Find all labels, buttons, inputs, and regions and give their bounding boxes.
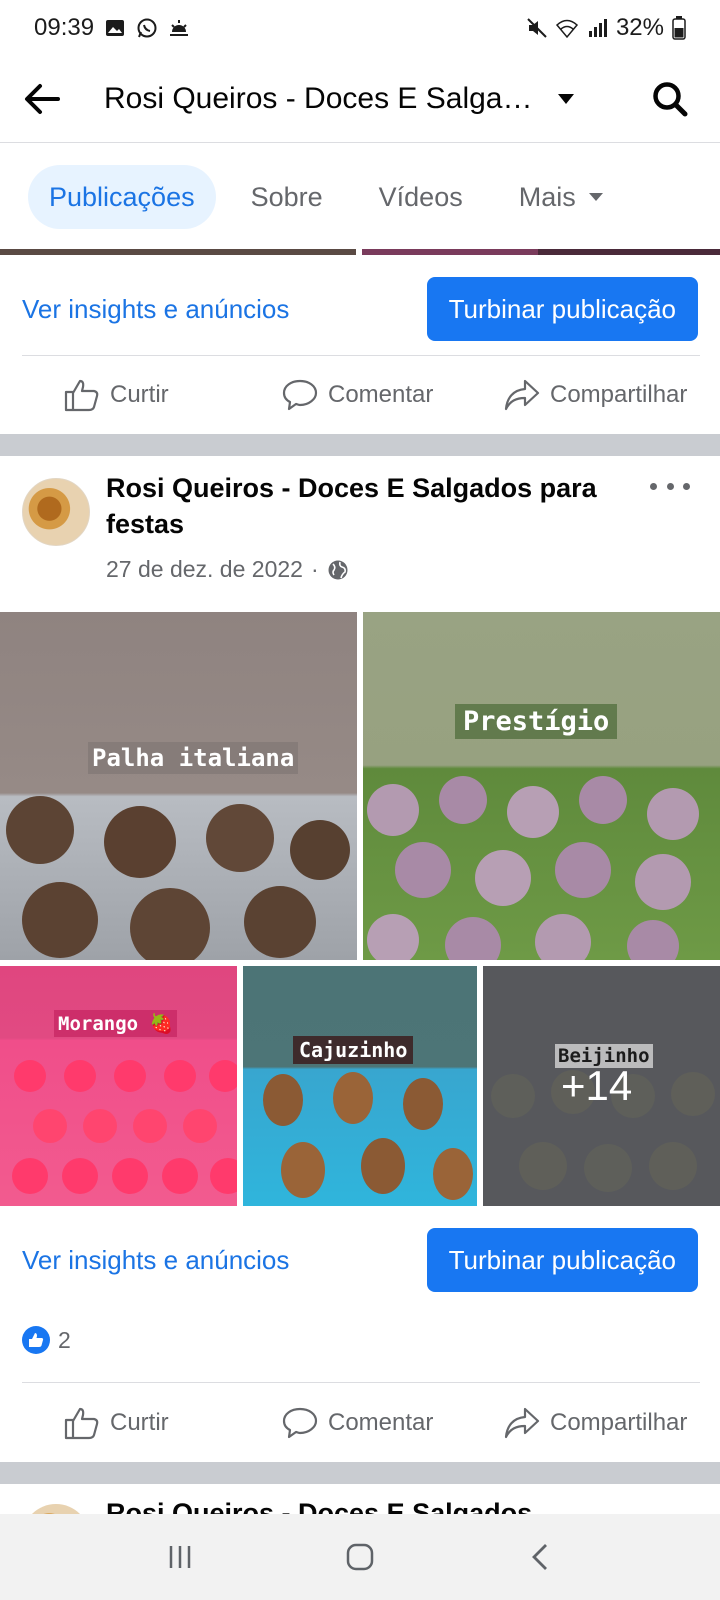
globe-icon [328,560,348,579]
signal-icon [588,18,607,37]
previous-post-photos[interactable] [0,249,720,255]
status-time: 09:39 [34,13,95,41]
divider [22,355,700,356]
insights-link[interactable]: Ver insights e anúncios [22,1245,289,1276]
app-bar: Rosi Queiros - Doces E Salgados para fes… [0,55,720,143]
share-button[interactable]: Compartilhar [504,1406,687,1440]
tab-label: Mais [518,181,576,212]
post-action-bar: Curtir Comentar Compartilhar [0,1385,720,1461]
photo-texture [367,776,699,960]
comment-label: Comentar [328,1409,434,1436]
whatsapp-icon [137,18,157,37]
post-meta: 27 de dez. de 2022 · [106,556,349,583]
photo-prestigio[interactable]: Prestígio [363,612,720,960]
photo-label: Palha italiana [88,742,299,774]
comment-button[interactable]: Comentar [282,378,433,412]
title-dropdown-button[interactable] [554,87,578,111]
comment-icon [282,379,318,411]
comment-icon [282,1407,318,1439]
photo-texture [263,1072,473,1200]
share-icon [504,1407,540,1439]
back-button[interactable] [20,77,64,121]
tab-sobre[interactable]: Sobre [230,165,344,229]
post-insights-bar: Ver insights e anúncios Turbinar publica… [0,1228,720,1292]
recent-apps-button[interactable] [150,1527,210,1587]
reaction-count: 2 [58,1326,71,1353]
photo-palha-italiana[interactable]: Palha italiana [0,612,357,960]
boost-post-button[interactable]: Turbinar publicação [426,277,698,341]
dot-icon [666,482,674,490]
post-separator [0,1462,720,1484]
share-label: Compartilhar [550,1409,688,1436]
search-icon [653,81,688,116]
search-button[interactable] [648,77,692,121]
boost-post-button[interactable]: Turbinar publicação [426,1228,698,1292]
insights-link[interactable]: Ver insights e anúncios [22,294,289,325]
page-tabs: Publicações Sobre Vídeos Mais [0,143,720,251]
photo-texture [6,796,350,960]
more-photos-count: +14 [561,1062,633,1109]
previous-post-insights-bar: Ver insights e anúncios Turbinar publica… [0,277,720,341]
back-chevron-icon [532,1544,547,1570]
dot-icon [650,482,657,490]
photo-morango[interactable]: Morango 🍓 [0,966,237,1206]
mute-icon [527,17,547,38]
post-separator [0,434,720,456]
chevron-down-icon [558,93,574,104]
like-icon [64,379,99,412]
like-button[interactable]: Curtir [64,378,169,412]
tab-label: Vídeos [378,181,463,212]
system-nav-bar [0,1514,720,1600]
like-reaction-icon [22,1326,50,1354]
share-label: Compartilhar [550,381,688,408]
comment-label: Comentar [328,381,434,408]
back-nav-button[interactable] [510,1527,570,1587]
tab-videos[interactable]: Vídeos [358,165,484,229]
home-button[interactable] [330,1527,390,1587]
weather-icon [170,19,189,36]
gallery-icon [106,19,125,36]
like-label: Curtir [110,1409,169,1436]
photo-label: Morango 🍓 [54,1010,178,1037]
share-icon [504,379,540,411]
wifi-icon [555,19,578,38]
share-button[interactable]: Compartilhar [504,378,687,412]
divider [22,1382,700,1383]
battery-icon [672,15,686,40]
comment-button[interactable]: Comentar [282,1406,433,1440]
meta-separator: · [310,556,319,582]
previous-post-action-bar: Curtir Comentar Compartilhar [0,357,720,433]
photo-beijinho[interactable]: Beijinho +14 [483,966,720,1206]
back-arrow-icon [25,83,60,114]
like-button[interactable]: Curtir [64,1406,169,1440]
tab-publicacoes[interactable]: Publicações [28,165,216,229]
tab-label: Sobre [250,181,323,212]
home-icon [346,1543,374,1571]
recent-apps-icon [169,1546,191,1568]
more-options-button[interactable] [650,474,690,498]
photo-cajuzinho[interactable]: Cajuzinho [243,966,477,1206]
photo-label: Prestígio [455,704,618,739]
reactions-summary[interactable]: 2 [22,1326,71,1354]
post-header: Rosi Queiros - Doces E Salgados para fes… [0,470,720,600]
avatar[interactable] [22,478,90,546]
chevron-down-icon [588,193,603,201]
post-date[interactable]: 27 de dez. de 2022 [106,556,303,583]
tab-label: Publicações [49,181,195,212]
post-author[interactable]: Rosi Queiros - Doces E Salgados para fes… [106,470,646,542]
dot-icon [683,482,690,490]
status-bar: 09:39 32% [0,0,720,55]
photo-label: Cajuzinho [293,1036,414,1064]
photo-texture [12,1060,237,1194]
tab-mais[interactable]: Mais [498,165,625,229]
like-label: Curtir [110,381,169,408]
page-title[interactable]: Rosi Queiros - Doces E Salgados para fes… [104,82,544,116]
battery-percent: 32% [615,13,664,41]
like-icon [64,1407,99,1440]
